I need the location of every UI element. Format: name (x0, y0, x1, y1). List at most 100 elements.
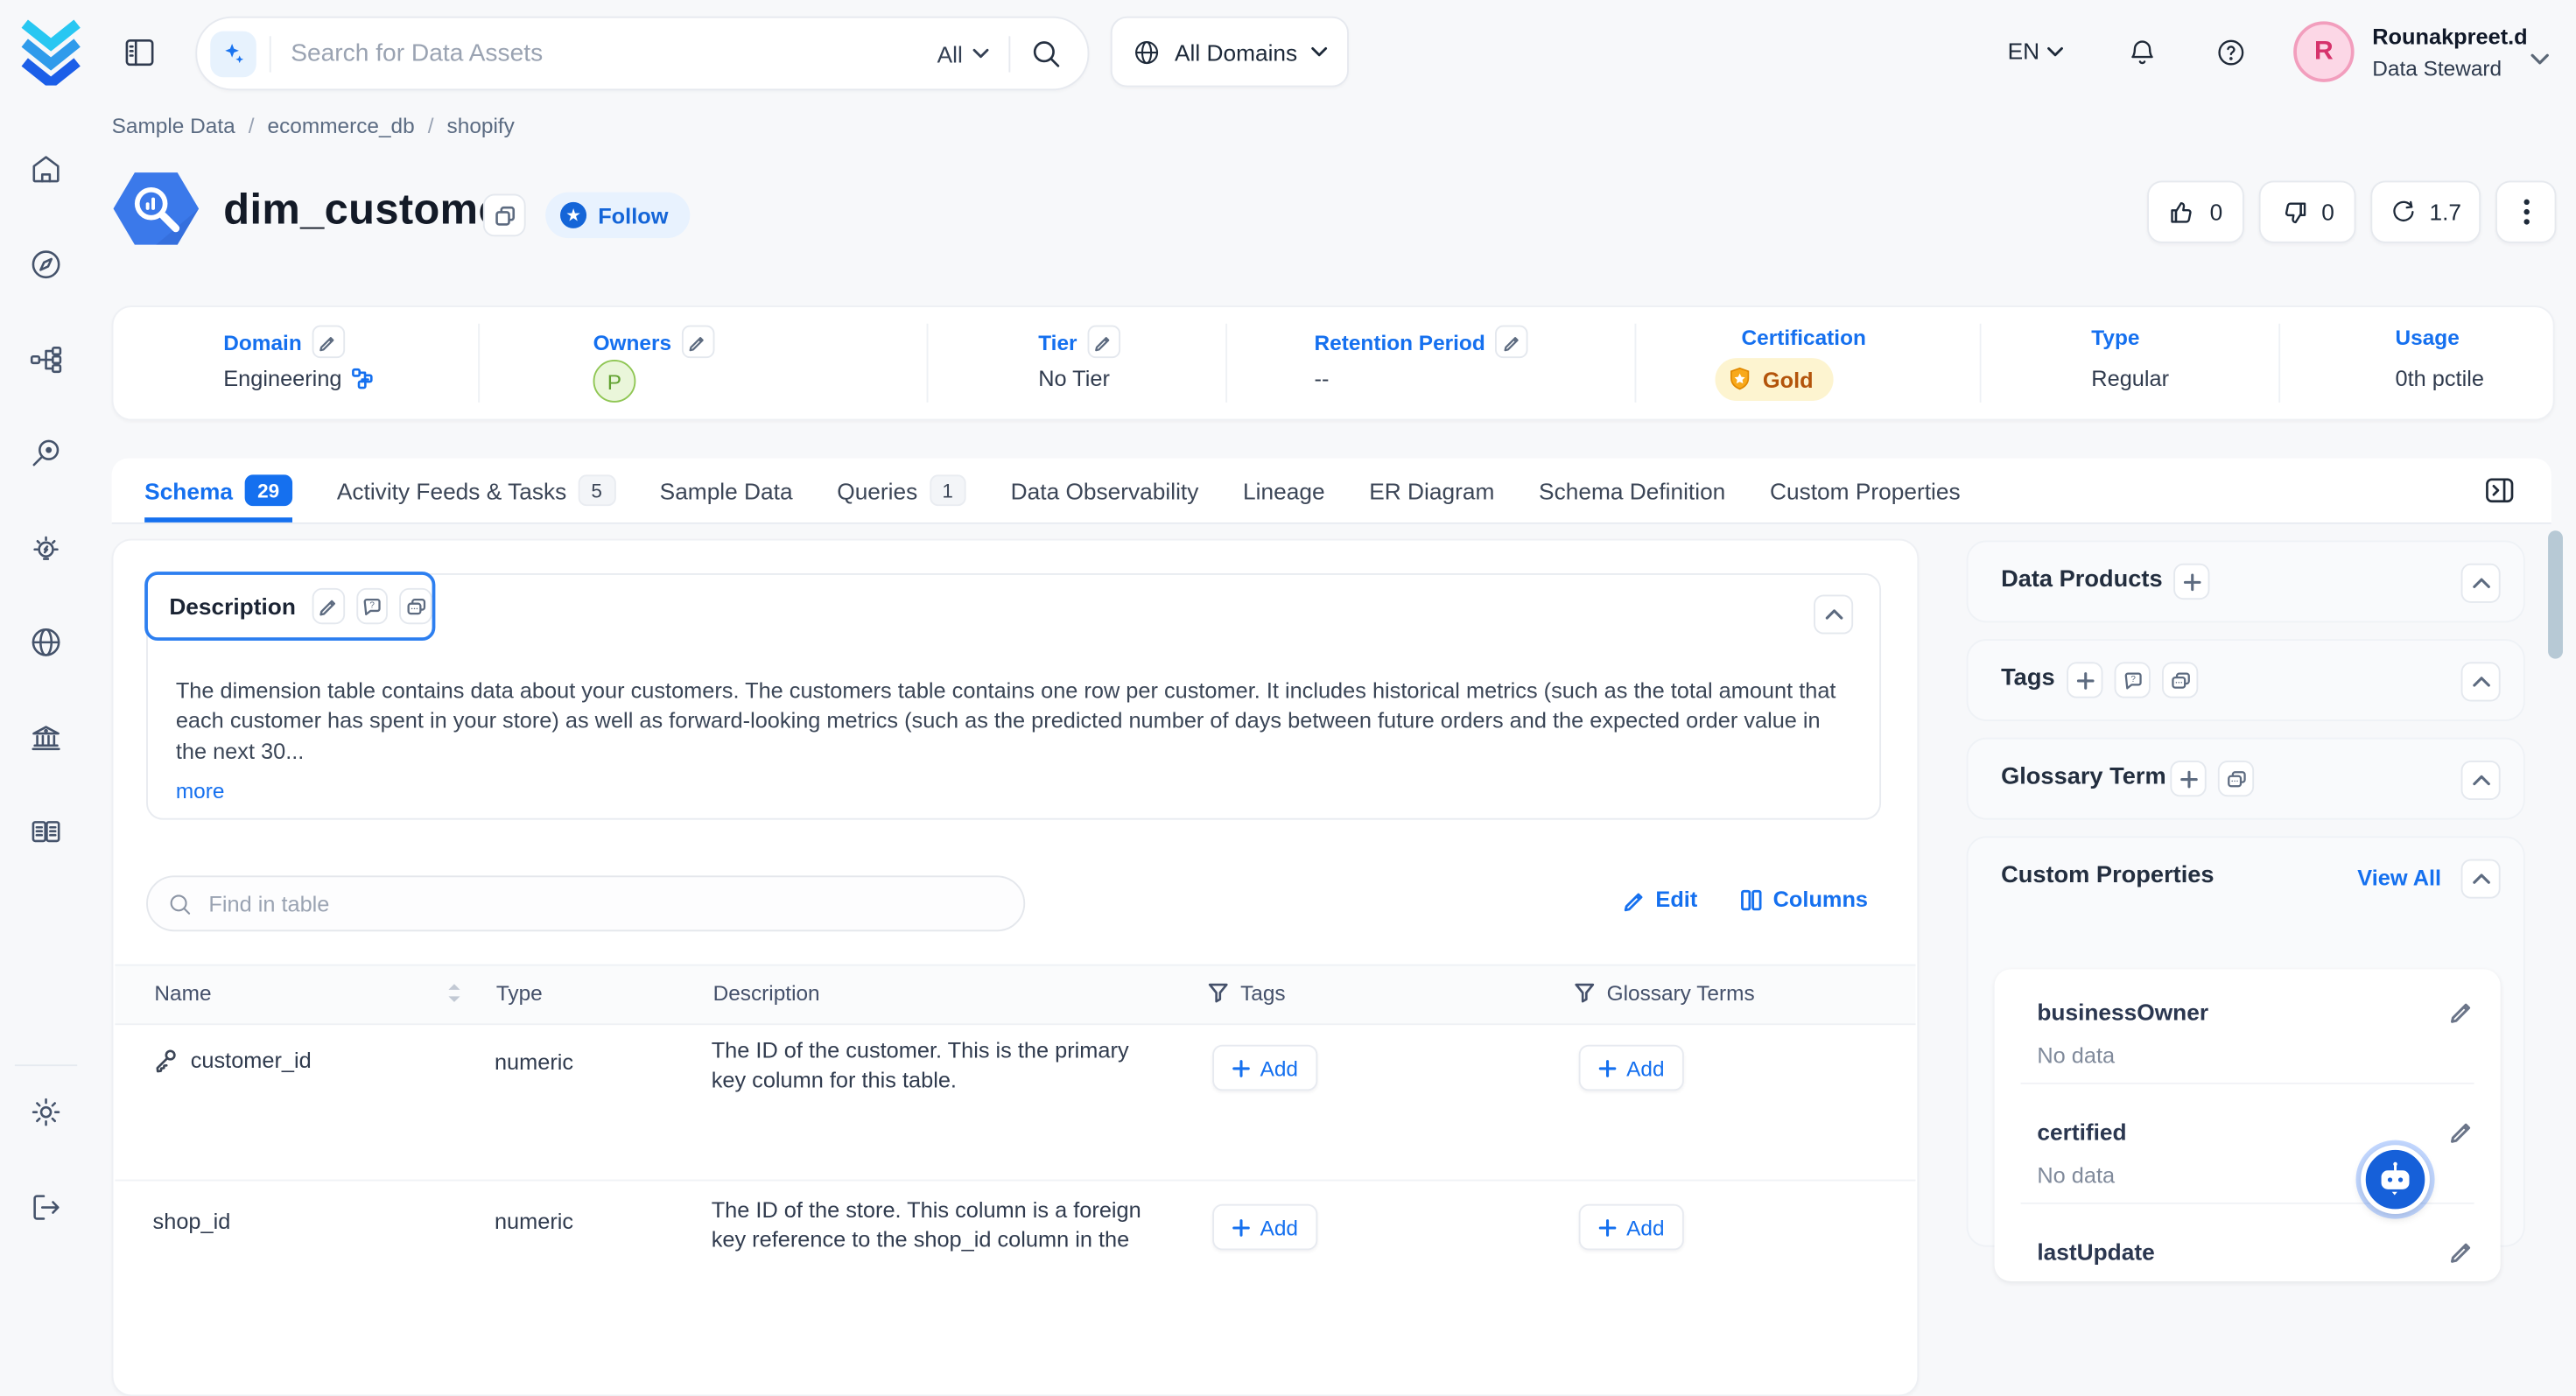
certification-value-row: Gold (1715, 358, 1833, 401)
global-search-bar[interactable]: All (195, 17, 1089, 90)
edit-tier-button[interactable] (1087, 326, 1120, 359)
chat-bot-button[interactable] (2361, 1145, 2430, 1214)
request-tags-button[interactable]: ? (2115, 662, 2151, 698)
breadcrumb-item[interactable]: Sample Data (112, 114, 235, 138)
edit-property-icon[interactable] (2449, 1238, 2474, 1263)
edit-retention-button[interactable] (1495, 326, 1528, 359)
observability-search-icon[interactable] (28, 435, 64, 471)
tab-label: Activity Feeds & Tasks (337, 477, 566, 503)
request-description-update-button[interactable]: ? (356, 588, 389, 624)
find-in-table-input[interactable] (206, 889, 1004, 917)
language-selector[interactable]: EN (2008, 38, 2065, 64)
collapse-description-button[interactable] (1814, 594, 1853, 634)
tab-sample-data[interactable]: Sample Data (660, 459, 793, 523)
filter-funnel-icon[interactable] (1208, 982, 1229, 1003)
domains-globe-icon[interactable] (28, 624, 64, 660)
entity-tabs-bar: Schema29 Activity Feeds & Tasks5 Sample … (112, 459, 2551, 524)
property-divider (2021, 1083, 2474, 1084)
owner-avatar[interactable]: P (593, 360, 636, 403)
sidebar-toggle-icon[interactable] (122, 34, 158, 70)
language-label: EN (2008, 38, 2040, 64)
tab-schema[interactable]: Schema29 (144, 459, 292, 523)
domain-label: Domain (223, 329, 301, 354)
domain-value-row[interactable]: Engineering (223, 367, 373, 391)
columns-button[interactable]: Columns (1740, 887, 1868, 912)
find-in-table-bar[interactable] (146, 875, 1025, 931)
collapse-tags-button[interactable] (2461, 662, 2501, 701)
insights-bulb-icon[interactable] (28, 530, 64, 566)
sort-icon[interactable] (446, 982, 461, 1003)
edit-domain-button[interactable] (312, 326, 345, 359)
meta-divider (2278, 324, 2280, 403)
tab-custom-properties[interactable]: Custom Properties (1770, 459, 1961, 523)
scrollbar-thumb[interactable] (2548, 530, 2563, 658)
search-input[interactable] (271, 39, 937, 67)
search-scope-dropdown[interactable]: All (937, 40, 1009, 67)
page-title: dim_customer (223, 184, 519, 235)
filter-funnel-icon[interactable] (1574, 982, 1595, 1003)
edit-table-button[interactable]: Edit (1623, 887, 1697, 912)
description-more-link[interactable]: more (176, 779, 225, 803)
glossary-comments-button[interactable] (2218, 761, 2254, 796)
all-domains-selector[interactable]: All Domains (1111, 17, 1349, 88)
collapse-glossary-term-button[interactable] (2461, 761, 2501, 800)
tab-activity-feeds[interactable]: Activity Feeds & Tasks5 (337, 459, 615, 523)
edit-property-icon[interactable] (2449, 1119, 2474, 1143)
edit-property-icon[interactable] (2449, 999, 2474, 1023)
add-tag-button[interactable] (2067, 662, 2102, 698)
breadcrumb-item[interactable]: shopify (447, 114, 515, 138)
glossary-book-icon[interactable] (28, 813, 64, 849)
collapse-right-panel-icon[interactable] (2484, 474, 2516, 506)
column-description: The ID of the customer. This is the prim… (712, 1036, 1159, 1096)
follow-button[interactable]: ★ Follow (545, 193, 690, 239)
top-navbar: All All Domains EN R Rounakpreet.d Data … (0, 0, 2576, 105)
edit-owners-button[interactable] (681, 326, 714, 359)
column-name[interactable]: shop_id (153, 1209, 231, 1233)
upvote-button[interactable]: 0 (2147, 180, 2244, 242)
add-data-product-button[interactable] (2173, 564, 2209, 600)
logout-icon[interactable] (28, 1189, 64, 1225)
user-menu-chevron-icon[interactable] (2530, 45, 2563, 78)
view-all-link[interactable]: View All (2357, 866, 2441, 890)
more-actions-button[interactable] (2495, 180, 2556, 242)
notifications-bell-icon[interactable] (2126, 36, 2159, 69)
app-logo[interactable] (21, 18, 81, 88)
help-icon[interactable] (2215, 36, 2248, 69)
column-header-name[interactable]: Name (154, 981, 460, 1006)
header-label: Description (713, 981, 820, 1006)
collapse-data-products-button[interactable] (2461, 564, 2501, 603)
copy-name-button[interactable] (483, 193, 526, 236)
column-name-cell[interactable]: customer_id (153, 1048, 312, 1072)
governance-bank-icon[interactable] (28, 719, 64, 755)
add-glossary-term-button[interactable]: Add (1579, 1045, 1684, 1091)
owners-value-row[interactable]: P (593, 360, 636, 403)
tags-comments-button[interactable] (2162, 662, 2198, 698)
collapse-custom-properties-button[interactable] (2461, 859, 2501, 899)
downvote-button[interactable]: 0 (2259, 180, 2356, 242)
description-card: Description ? The dimension table contai… (146, 573, 1881, 820)
lineage-sitemap-icon[interactable] (28, 341, 64, 377)
retention-label-row: Retention Period (1315, 326, 1528, 359)
tab-label: Schema Definition (1539, 477, 1725, 503)
settings-gear-icon[interactable] (28, 1094, 64, 1130)
tab-queries[interactable]: Queries1 (837, 459, 966, 523)
tab-data-observability[interactable]: Data Observability (1011, 459, 1199, 523)
breadcrumb-item[interactable]: ecommerce_db (268, 114, 415, 138)
description-comments-button[interactable] (400, 588, 432, 624)
version-button[interactable]: 1.7 (2370, 180, 2481, 242)
explore-compass-icon[interactable] (28, 247, 64, 283)
ai-sparkle-icon[interactable] (210, 31, 256, 77)
tab-lineage[interactable]: Lineage (1243, 459, 1325, 523)
home-icon[interactable] (28, 151, 64, 187)
user-avatar[interactable]: R (2293, 21, 2354, 81)
add-tag-button[interactable]: Add (1212, 1204, 1317, 1251)
header-label: Name (154, 981, 211, 1006)
tab-er-diagram[interactable]: ER Diagram (1369, 459, 1494, 523)
add-glossary-term-button[interactable]: Add (1579, 1204, 1684, 1251)
add-tag-button[interactable]: Add (1212, 1045, 1317, 1091)
usage-label: Usage (2396, 326, 2460, 350)
add-glossary-term-button[interactable] (2170, 761, 2206, 796)
edit-description-button[interactable] (312, 588, 345, 624)
tab-schema-definition[interactable]: Schema Definition (1539, 459, 1725, 523)
search-icon[interactable] (1030, 38, 1062, 69)
